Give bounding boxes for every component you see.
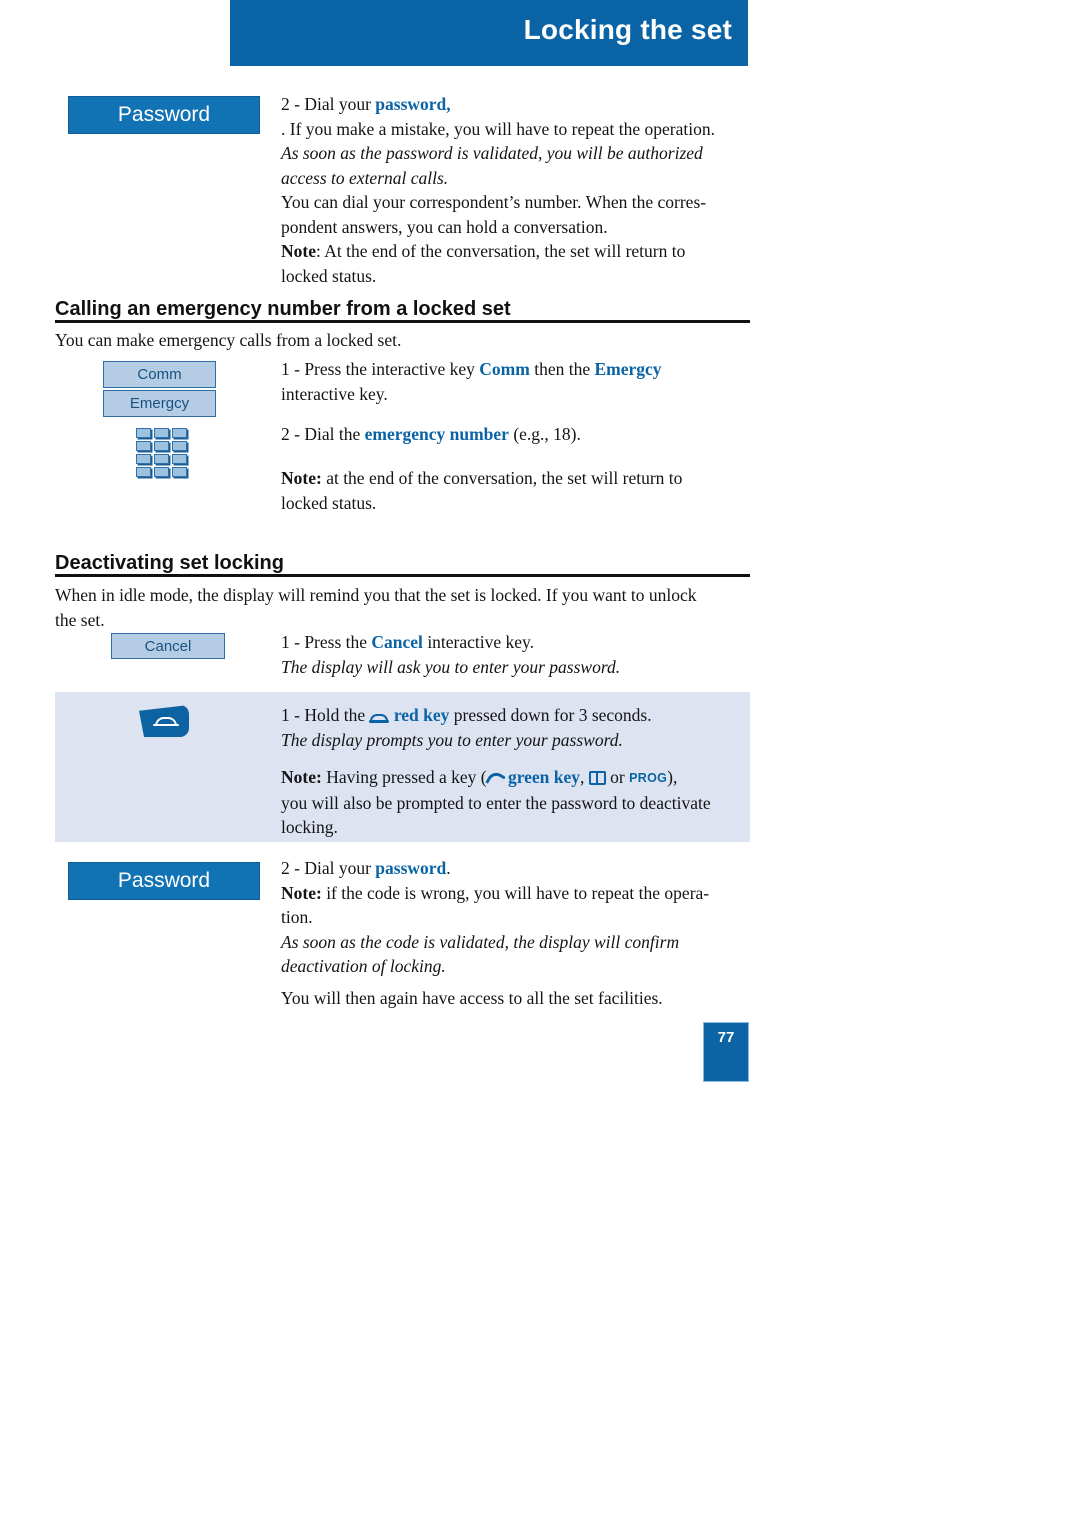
keypad-key — [136, 441, 151, 451]
deactivating-intro-line2: the set. — [55, 609, 105, 630]
step-dial-password-line1: 2 - Dial your password, — [281, 92, 751, 117]
keypad-icon — [136, 428, 187, 477]
shaded-step1-prefix: 1 - Hold the — [281, 705, 370, 725]
deactivating-step1: 1 - Press the Cancel interactive key. Th… — [281, 630, 711, 679]
softkey-cancel-label: Cancel — [144, 637, 192, 655]
softkey-emergcy[interactable]: Emergcy — [103, 390, 216, 417]
correspondent-line1: You can dial your correspondent’s number… — [281, 192, 707, 212]
final-italic-line2: deactivation of locking. — [281, 956, 446, 976]
prog-key-icon: PROG — [629, 771, 668, 785]
deactivating-step1-line: 1 - Press the Cancel interactive key. — [281, 630, 711, 655]
emergency-step2-prefix: 2 - Dial the — [281, 424, 365, 444]
step-prefix: 2 - Dial your — [281, 94, 376, 114]
emergency-step1: 1 - Press the interactive key Comm then … — [281, 357, 696, 406]
final-note-line2: tion. — [281, 907, 313, 927]
keypad-key — [172, 454, 187, 464]
shaded-step1-suffix: pressed down for 3 seconds. — [449, 705, 652, 725]
cancel-keyword: Cancel — [371, 632, 423, 652]
emergency-step1-comm-keyword: Comm — [479, 359, 530, 379]
softkey-comm-label: Comm — [137, 366, 182, 383]
keypad-key — [136, 428, 151, 438]
step-dial-password-block: 2 - Dial your password, . If you make a … — [281, 92, 751, 190]
heading-emergency: Calling an emergency number from a locke… — [55, 298, 511, 320]
password-display-label: Password — [117, 103, 211, 126]
emergency-step2: 2 - Dial the emergency number (e.g., 18)… — [281, 422, 711, 447]
emergency-number-keyword: emergency number — [364, 424, 509, 444]
keypad-key — [154, 428, 169, 438]
step-dial-password-italic: As soon as the password is validated, yo… — [281, 143, 703, 188]
emergency-step1-suffix: interactive key. — [281, 383, 388, 404]
softkey-comm[interactable]: Comm — [103, 361, 216, 388]
keypad-key — [136, 467, 151, 477]
shaded-note-prefix: Having pressed a key ( — [321, 767, 487, 787]
note-label: Note: — [281, 767, 322, 787]
step-dial-password-line2: . If you make a mistake, you will have t… — [281, 118, 715, 139]
heading-rule-emergency — [55, 320, 750, 323]
note-label: Note: — [281, 468, 322, 488]
shaded-note-line2: you will also be prompted to enter the p… — [281, 792, 711, 838]
password-keyword: password — [375, 858, 447, 878]
emergency-step1-mid: then the — [529, 359, 595, 379]
emergency-step1-prefix: 1 - Press the interactive key — [281, 359, 480, 379]
shaded-note-line1: Note: Having pressed a key ( green key, … — [281, 765, 741, 791]
password-display-box-top: Password — [68, 96, 260, 134]
deactivating-step1-italic: The display will ask you to enter your p… — [281, 656, 621, 677]
page-header-band: Locking the set — [230, 0, 748, 66]
heading-rule-deactivating — [55, 574, 750, 577]
keypad-key — [154, 454, 169, 464]
page-title: Locking the set — [523, 14, 732, 45]
shaded-note-comma: , — [580, 767, 589, 787]
deactivating-intro: When in idle mode, the display will remi… — [55, 583, 755, 632]
correspondent-line2: pondent answers, you can hold a conversa… — [281, 216, 608, 237]
keypad-key — [172, 428, 187, 438]
note-text: : At the end of the conversation, the se… — [281, 241, 686, 286]
emergency-step2-suffix: (e.g., 18). — [508, 424, 581, 444]
keypad-key — [172, 441, 187, 451]
note-text: at the end of the conversation, the set … — [281, 468, 683, 513]
emergency-intro: You can make emergency calls from a lock… — [55, 330, 402, 350]
final-closing: You will then again have access to all t… — [281, 988, 663, 1008]
emergency-step1-emergcy-keyword: Emergcy — [594, 359, 662, 379]
final-step2-line: 2 - Dial your password. — [281, 856, 731, 881]
shaded-note-or: or — [605, 767, 630, 787]
password-display-box-bottom: Password — [68, 862, 260, 900]
deactivating-intro-line1: When in idle mode, the display will remi… — [55, 585, 697, 605]
final-step2: 2 - Dial your password. Note: if the cod… — [281, 856, 731, 979]
heading-deactivating: Deactivating set locking — [55, 552, 284, 574]
shaded-note: Note: Having pressed a key ( green key, … — [281, 765, 741, 840]
green-key-keyword: green key — [507, 767, 581, 787]
red-key-keyword: red key — [393, 705, 450, 725]
keypad-key — [154, 467, 169, 477]
shaded-step1: 1 - Hold the red key pressed down for 3 … — [281, 703, 721, 752]
keypad-key — [154, 441, 169, 451]
note-label: Note: — [281, 882, 322, 903]
keypad-key — [136, 454, 151, 464]
deactivating-step1-suffix: interactive key. — [422, 632, 535, 652]
password-display-label: Password — [117, 869, 211, 892]
correspondent-paragraph: You can dial your correspondent’s number… — [281, 190, 741, 288]
final-note-line: Note: if the code is wrong, you will hav… — [281, 881, 731, 906]
shaded-note-close: ), — [667, 767, 678, 787]
emergency-note: Note: at the end of the conversation, th… — [281, 466, 691, 515]
final-step2-suffix: . — [446, 858, 451, 878]
note-text: if the code is wrong, you will have to r… — [321, 882, 710, 903]
keypad-key — [172, 467, 187, 477]
password-keyword: password, — [375, 94, 451, 114]
shaded-step1-italic: The display prompts you to enter your pa… — [281, 729, 623, 750]
note-label: Note — [281, 241, 316, 261]
final-step2-prefix: 2 - Dial your — [281, 858, 376, 878]
directory-book-icon — [588, 771, 606, 785]
green-key-icon — [487, 771, 504, 786]
deactivating-step1-prefix: 1 - Press the — [281, 632, 372, 652]
final-italic-line1: As soon as the code is validated, the di… — [281, 931, 680, 952]
page-number: 77 — [717, 1029, 735, 1046]
hangup-icon — [369, 714, 390, 723]
shaded-step1-line: 1 - Hold the red key pressed down for 3 … — [281, 703, 721, 728]
softkey-cancel[interactable]: Cancel — [111, 633, 225, 659]
correspondent-note: Note: At the end of the conversation, th… — [281, 239, 721, 288]
softkey-emergcy-label: Emergcy — [129, 395, 190, 412]
page-number-box: 77 — [703, 1022, 749, 1082]
